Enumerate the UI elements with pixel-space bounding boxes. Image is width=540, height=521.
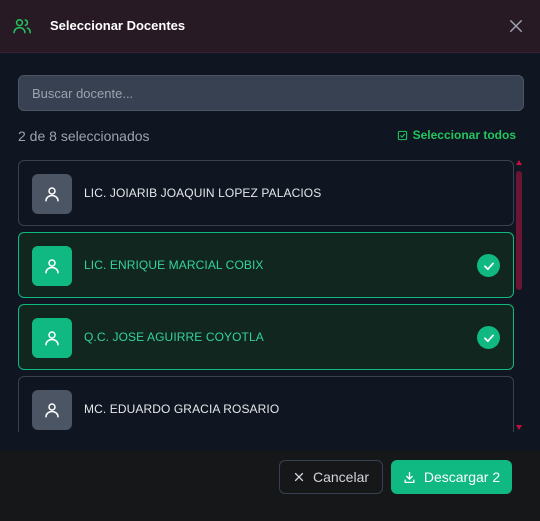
download-button[interactable]: Descargar 2: [391, 460, 512, 494]
user-icon: [45, 403, 59, 418]
avatar: [32, 246, 72, 286]
cancel-button[interactable]: Cancelar: [279, 460, 383, 494]
dialog-title: Seleccionar Docentes: [50, 18, 186, 33]
teacher-name: LIC. JOIARIB JOAQUIN LOPEZ PALACIOS: [84, 186, 322, 200]
check-icon: [477, 254, 500, 277]
teacher-item[interactable]: MC. EDUARDO GRACIA ROSARIO: [18, 376, 514, 432]
teacher-item[interactable]: LIC. JOIARIB JOAQUIN LOPEZ PALACIOS: [18, 160, 514, 226]
selection-count: 2 de 8 seleccionados: [18, 128, 150, 144]
avatar: [32, 390, 72, 430]
checkbox-check-icon: [397, 130, 407, 140]
close-icon[interactable]: [507, 17, 525, 35]
avatar: [32, 174, 72, 214]
scrollbar-thumb[interactable]: [516, 171, 522, 290]
select-teachers-dialog: Seleccionar Docentes 2 de 8 seleccionado…: [0, 0, 540, 521]
user-icon: [45, 187, 59, 202]
scroll-up-arrow[interactable]: [516, 160, 522, 165]
scroll-down-arrow[interactable]: [516, 425, 522, 430]
dialog-header: Seleccionar Docentes: [0, 0, 540, 53]
user-icon: [45, 259, 59, 274]
users-icon: [13, 19, 31, 34]
select-all-button[interactable]: Seleccionar todos: [397, 128, 516, 142]
search-input[interactable]: [18, 75, 524, 111]
teacher-item[interactable]: LIC. ENRIQUE MARCIAL COBIX: [18, 232, 514, 298]
teacher-name: MC. EDUARDO GRACIA ROSARIO: [84, 402, 280, 416]
cancel-label: Cancelar: [312, 469, 370, 485]
teacher-name: Q.C. JOSE AGUIRRE COYOTLA: [84, 330, 264, 344]
close-icon: [294, 472, 304, 482]
check-icon: [477, 326, 500, 349]
teacher-item[interactable]: Q.C. JOSE AGUIRRE COYOTLA: [18, 304, 514, 370]
download-label: Descargar 2: [423, 469, 501, 485]
avatar: [32, 318, 72, 358]
teacher-list: LIC. JOIARIB JOAQUIN LOPEZ PALACIOS LIC.…: [18, 160, 514, 432]
user-icon: [45, 331, 59, 346]
teacher-name: LIC. ENRIQUE MARCIAL COBIX: [84, 258, 264, 272]
download-icon: [404, 471, 415, 483]
select-all-label: Seleccionar todos: [412, 128, 516, 142]
